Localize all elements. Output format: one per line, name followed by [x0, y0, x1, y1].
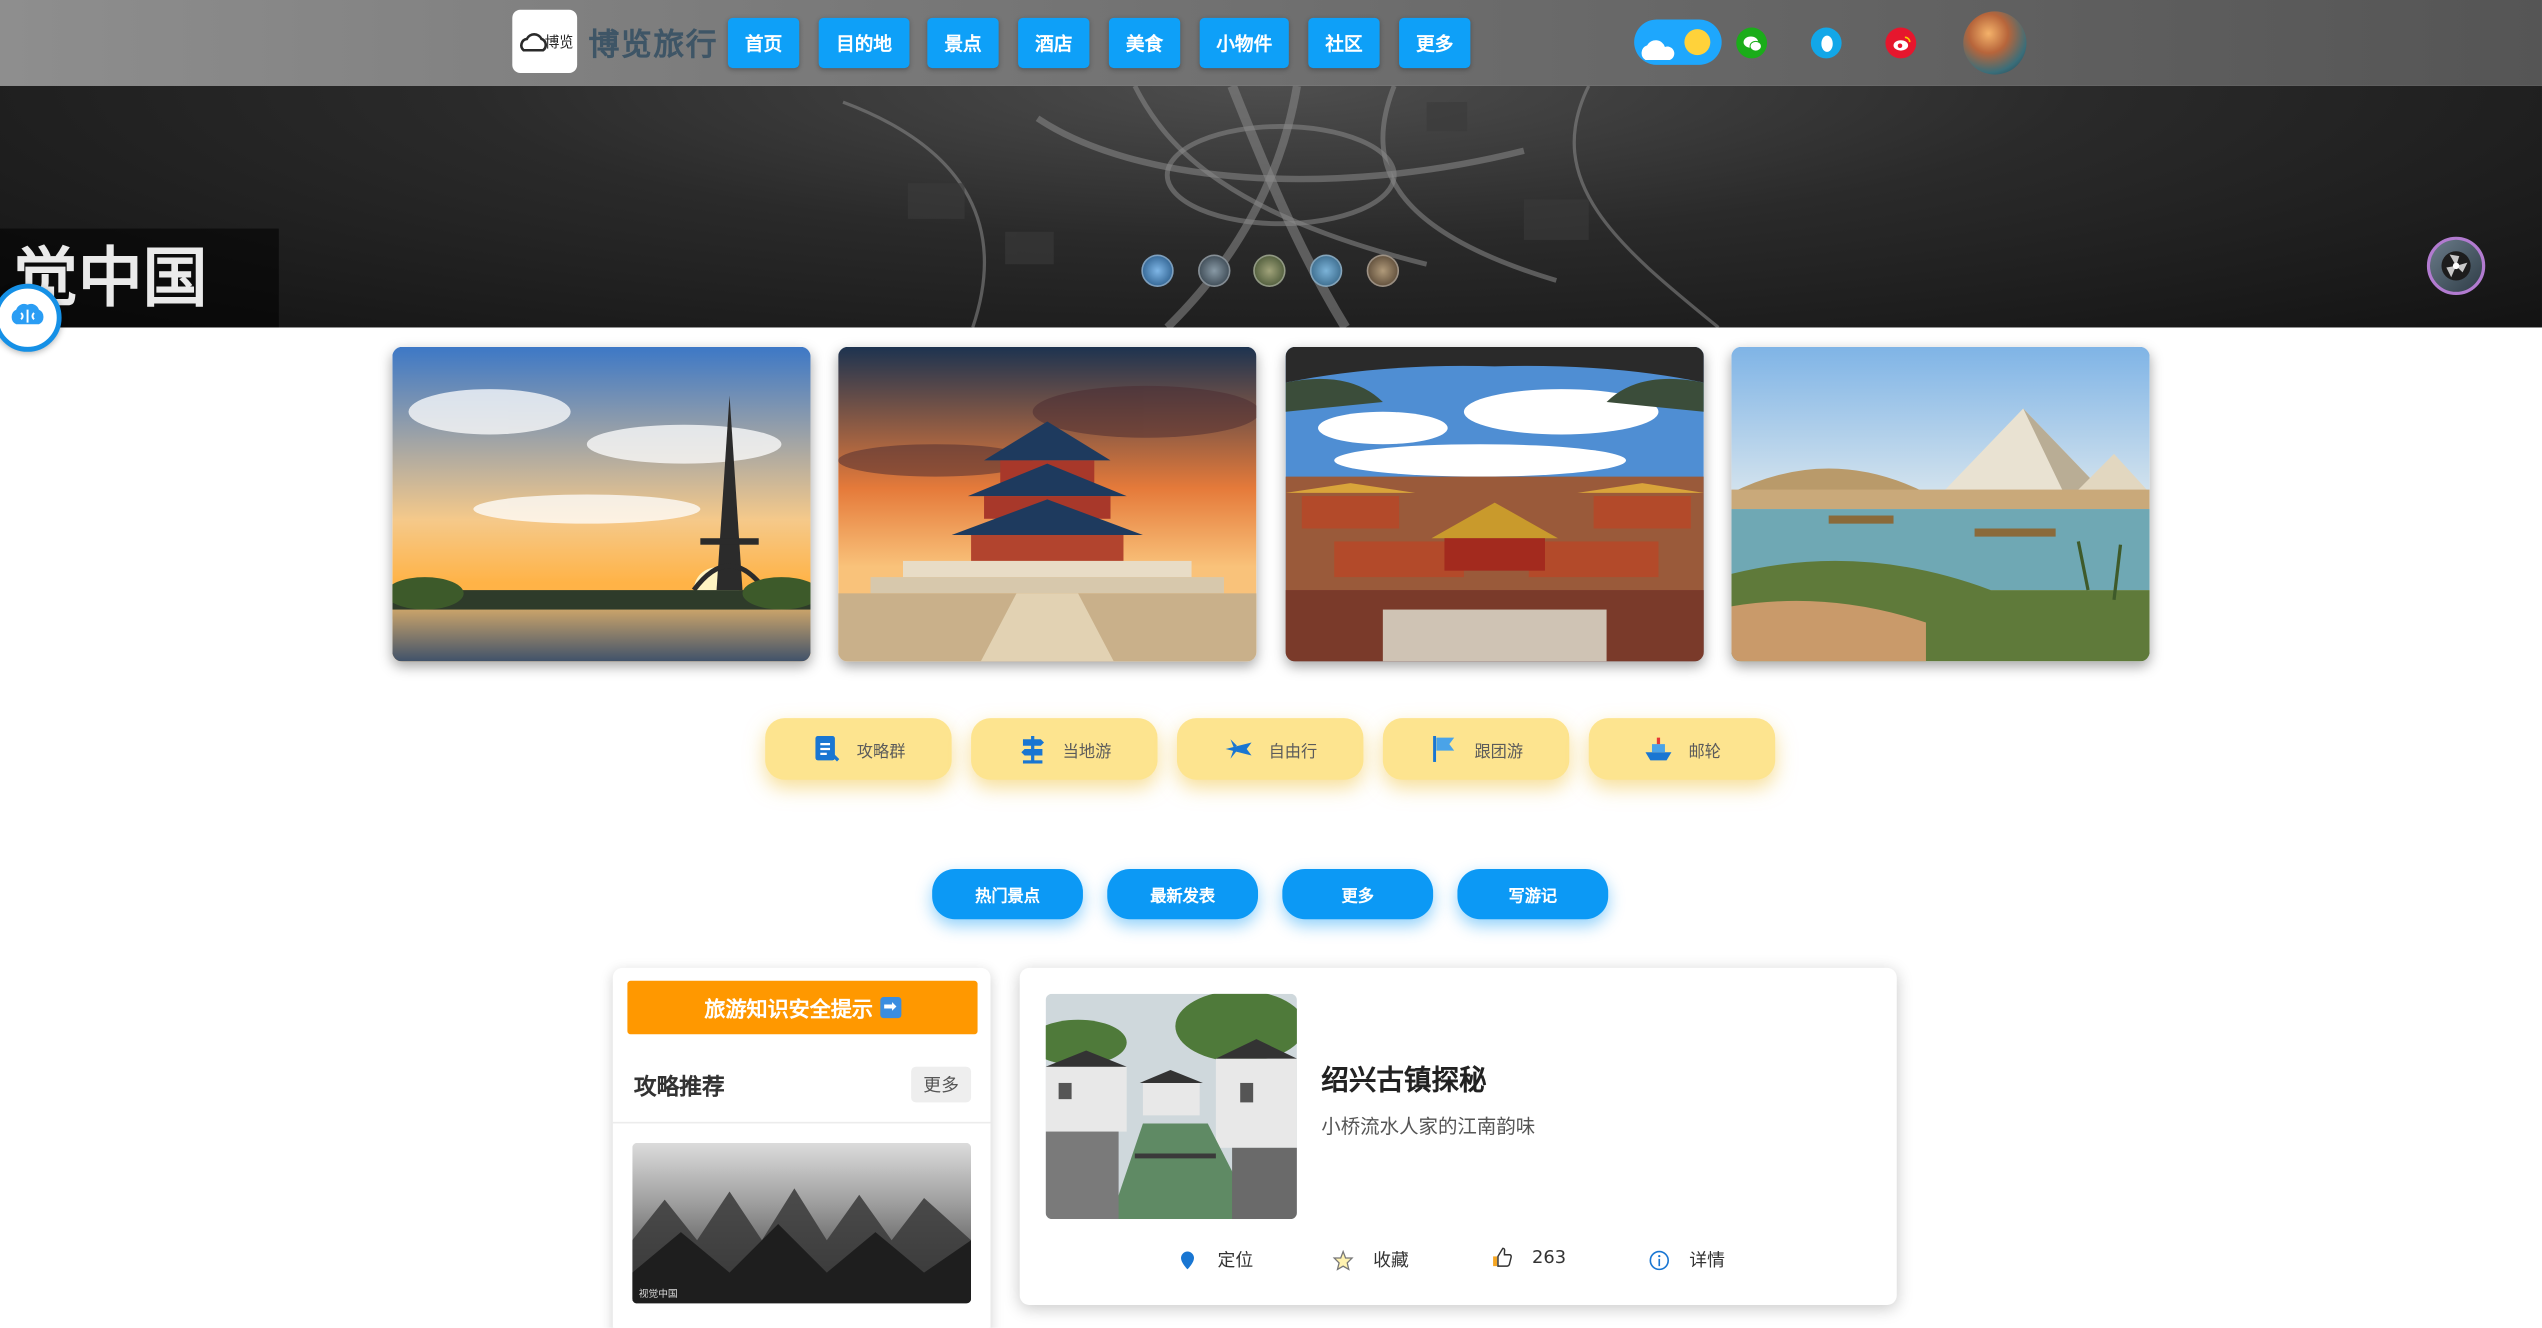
- category-label: 当地游: [1062, 743, 1112, 762]
- plane-icon: [1224, 739, 1251, 759]
- carousel-thumb-1[interactable]: [1141, 254, 1174, 287]
- carousel-thumb-5[interactable]: [1366, 254, 1400, 287]
- like-count: 263: [1532, 1246, 1567, 1268]
- pyramids-photo[interactable]: [1731, 346, 2150, 662]
- guide-thumbnail[interactable]: 视觉中国: [632, 1142, 972, 1304]
- highway-interchange-image: [842, 85, 1720, 328]
- thumbs-up-icon: [1493, 1247, 1512, 1267]
- carousel-thumb-4[interactable]: [1309, 254, 1343, 287]
- category-label: 邮轮: [1688, 743, 1721, 762]
- locate-label: 定位: [1217, 1249, 1254, 1271]
- theme-toggle[interactable]: [1634, 19, 1722, 65]
- nav-hotels[interactable]: 酒店: [1018, 17, 1090, 69]
- arrow-right-icon: ➡: [879, 997, 901, 1019]
- user-avatar[interactable]: [1963, 11, 2027, 75]
- fan-icon[interactable]: [2426, 236, 2486, 296]
- brand-name[interactable]: 博览旅行: [588, 21, 718, 65]
- safety-notice-label: 旅游知识安全提示: [704, 998, 874, 1023]
- hero-banner: 觉中国: [0, 85, 2542, 328]
- nav-attractions[interactable]: 景点: [927, 17, 999, 69]
- top-navbar: 博览 博览旅行 首页 目的地 景点 酒店 美食 小物件 社区 更多: [0, 0, 2542, 86]
- category-cruise[interactable]: 邮轮: [1588, 718, 1776, 780]
- wechat-icon[interactable]: [1736, 27, 1768, 59]
- locate-action[interactable]: 定位: [1177, 1247, 1253, 1273]
- location-pin-icon: [1181, 1250, 1194, 1269]
- guide-sidebar: 旅游知识安全提示 ➡ 攻略推荐 更多 视觉中国: [612, 967, 991, 1328]
- details-label: 详情: [1689, 1249, 1725, 1271]
- carousel-thumb-3[interactable]: [1253, 254, 1286, 287]
- safety-notice-button[interactable]: 旅游知识安全提示 ➡: [627, 980, 978, 1035]
- tab-more[interactable]: 更多: [1282, 868, 1434, 920]
- article-subtitle: 小桥流水人家的江南韵味: [1321, 1115, 1536, 1139]
- like-action[interactable]: 263: [1491, 1247, 1566, 1268]
- tab-latest-posts[interactable]: 最新发表: [1107, 868, 1259, 920]
- ship-icon: [1644, 737, 1671, 761]
- article-title[interactable]: 绍兴古镇探秘: [1321, 1057, 1486, 1097]
- page-root: 博览 博览旅行 首页 目的地 景点 酒店 美食 小物件 社区 更多 觉中国 攻略…: [0, 0, 2542, 1328]
- category-group-tour[interactable]: 跟团游: [1382, 718, 1570, 780]
- divider: [612, 1121, 991, 1124]
- svg-text:博览: 博览: [545, 33, 573, 50]
- star-icon: [1332, 1249, 1354, 1270]
- logo[interactable]: 博览: [512, 9, 578, 73]
- category-label: 跟团游: [1474, 743, 1524, 762]
- carousel-thumb-2[interactable]: [1198, 254, 1231, 287]
- nav-gadgets[interactable]: 小物件: [1199, 17, 1289, 69]
- nav-more[interactable]: 更多: [1399, 17, 1471, 69]
- qq-icon[interactable]: [1810, 27, 1842, 59]
- category-free-travel[interactable]: 自由行: [1176, 718, 1364, 780]
- category-guide-group[interactable]: 攻略群: [765, 718, 952, 780]
- forbidden-city-photo[interactable]: [1285, 346, 1704, 662]
- tab-write-travelogue[interactable]: 写游记: [1457, 868, 1609, 920]
- category-label: 自由行: [1268, 743, 1318, 762]
- nav-community[interactable]: 社区: [1308, 17, 1380, 69]
- eiffel-tower-photo[interactable]: [392, 346, 811, 662]
- sidebar-title: 攻略推荐: [633, 1074, 725, 1101]
- favorite-label: 收藏: [1373, 1249, 1409, 1271]
- cloud-logo-icon: 博览: [520, 32, 573, 51]
- info-icon: [1649, 1249, 1669, 1270]
- details-action[interactable]: 详情: [1649, 1247, 1725, 1273]
- nav-destinations[interactable]: 目的地: [818, 17, 910, 69]
- brain-icon[interactable]: [0, 283, 62, 352]
- nav-home[interactable]: 首页: [727, 17, 800, 69]
- temple-of-heaven-photo[interactable]: [838, 346, 1257, 662]
- weibo-icon[interactable]: [1885, 27, 1917, 59]
- sidebar-more-button[interactable]: 更多: [911, 1066, 972, 1103]
- signpost-icon: [1020, 736, 1044, 764]
- article-image[interactable]: [1045, 993, 1297, 1220]
- flag-icon: [1432, 736, 1454, 762]
- tab-hot-attractions[interactable]: 热门景点: [932, 868, 1083, 920]
- category-local-tour[interactable]: 当地游: [971, 718, 1158, 780]
- guide-icon: [814, 736, 839, 762]
- article-card[interactable]: 绍兴古镇探秘 小桥流水人家的江南韵味 定位 收藏 263 详情: [1019, 967, 1897, 1306]
- nav-food[interactable]: 美食: [1108, 17, 1181, 69]
- sun-icon: [1684, 29, 1711, 56]
- image-watermark: 视觉中国: [638, 1288, 678, 1301]
- category-label: 攻略群: [856, 743, 906, 762]
- favorite-action[interactable]: 收藏: [1332, 1247, 1409, 1273]
- cloud-icon: [1641, 40, 1675, 60]
